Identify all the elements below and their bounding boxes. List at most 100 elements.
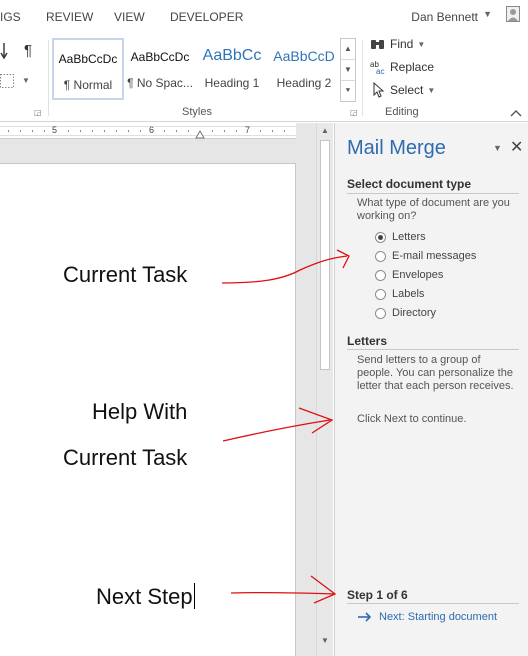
ruler-tick [92,130,93,132]
style-sample: AaBbCcDc [58,52,118,66]
ruler-tick [44,130,45,132]
select-label: Select [390,83,424,97]
find-label: Find [390,37,414,51]
replace-button[interactable]: ab ac Replace [370,57,434,77]
style-sample: AaBbCcD [273,48,335,64]
question-text: What type of document are you working on… [357,197,510,222]
document-line: Current Task [63,262,188,287]
radio-button[interactable] [375,250,386,262]
ruler-number: 5 [52,125,58,135]
ruler-tick [224,130,225,132]
ruler-tick [116,130,117,132]
user-name[interactable]: Dan Bennett [411,10,478,24]
style-heading-2[interactable]: AaBbCcD Heading 2 [268,38,340,100]
option-letters[interactable]: Letters [375,229,426,245]
tab-view[interactable]: VIEW [114,10,145,24]
document-line: Next Step [96,584,193,609]
radio-button[interactable] [375,269,386,281]
style-name: Heading 1 [204,76,260,90]
document-page[interactable]: Current Task Help With Current Task Next… [0,163,296,656]
mail-merge-pane: Mail Merge ▼ ✕ Select document type What… [334,123,528,656]
sort-icon[interactable] [0,42,10,60]
borders-dropdown-icon[interactable]: ▼ [22,76,30,85]
chevron-down-icon: ▼ [427,85,436,95]
letters-description: Send letters to a group of people. You c… [357,354,514,392]
styles-gallery: AaBbCcDc ¶ Normal AaBbCcDc ¶ No Spac... … [52,38,356,102]
editing-group-label: Editing [385,106,419,118]
next-step-label: Next: Starting document [379,611,498,623]
pane-title: Mail Merge [347,137,446,159]
scroll-down-icon[interactable]: ▼ [317,633,333,649]
show-formatting-marks-button[interactable]: ¶ [24,42,32,59]
ruler-tick [284,130,285,132]
style-sample: AaBbCcDc [130,50,190,64]
ruler-tick [236,130,237,132]
indent-marker-icon[interactable] [195,130,205,139]
user-dropdown-icon[interactable]: ▼ [483,9,492,19]
arrow-right-icon [358,612,372,622]
document-area: 5 6 7 Current Task Help With Current Tas… [0,123,333,656]
ruler-tick [164,130,165,132]
replace-label: Replace [390,60,435,74]
option-labels[interactable]: Labels [375,286,424,302]
section-heading: Select document type [347,177,472,191]
ruler-tick [128,130,129,132]
ruler-tick [140,130,141,132]
styles-scroll-down-icon[interactable]: ▼ [341,60,355,81]
styles-more-icon[interactable]: ⯆ [341,81,355,102]
binoculars-icon [371,40,384,49]
cursor-arrow-icon [373,82,385,98]
replace-icon: ab ac [370,60,384,75]
close-icon[interactable]: ✕ [510,137,523,157]
document-scrollbar[interactable]: ▲ ▼ [316,123,333,656]
text-cursor [193,583,195,609]
scrollbar-thumb[interactable] [320,140,330,370]
click-next-text: Click Next to continue. [357,413,467,425]
style-name: ¶ Normal [63,78,113,92]
tab-mailings[interactable]: IGS [0,10,21,24]
section-heading: Letters [347,334,388,348]
ruler-number: 6 [149,125,155,135]
svg-text:ac: ac [376,67,384,75]
ruler-tick [68,130,69,132]
paragraph-launcher-icon[interactable]: ◲ [34,108,42,117]
style-normal[interactable]: AaBbCcDc ¶ Normal [52,38,124,100]
paragraph-group-fragment: ¶ ▼ ◲ [0,34,48,122]
option-envelopes[interactable]: Envelopes [375,267,443,283]
find-button[interactable]: Find ▼ [370,34,425,54]
tab-review[interactable]: REVIEW [46,10,93,24]
ruler-tick [8,130,9,132]
style-heading-1[interactable]: AaBbCc Heading 1 [196,38,268,100]
option-label: E-mail messages [392,250,477,262]
option-email-messages[interactable]: E-mail messages [375,248,476,264]
document-line-with-caret: Next Step [96,583,195,610]
horizontal-ruler[interactable]: 5 6 7 [0,123,296,139]
borders-icon[interactable] [0,74,14,88]
radio-button[interactable] [375,231,386,243]
collapse-ribbon-icon[interactable] [510,108,522,118]
ruler-tick [104,130,105,132]
section-divider [347,349,519,350]
ribbon-separator [362,40,363,116]
style-no-spacing[interactable]: AaBbCcDc ¶ No Spac... [124,38,196,100]
option-label: Letters [392,231,426,243]
document-line: Help With [92,399,188,424]
ribbon-tab-bar: IGS REVIEW VIEW DEVELOPER Dan Bennett ▼ [0,0,528,34]
document-line: Current Task [63,445,188,470]
tab-developer[interactable]: DEVELOPER [170,10,243,24]
styles-gallery-scroll: ▲ ▼ ⯆ [340,38,356,102]
user-avatar-icon[interactable] [506,6,520,22]
radio-button[interactable] [375,307,386,319]
option-directory[interactable]: Directory [375,305,436,321]
styles-launcher-icon[interactable]: ◲ [350,108,358,117]
section-divider [347,603,519,604]
styles-scroll-up-icon[interactable]: ▲ [341,39,355,60]
style-sample: AaBbCc [202,47,262,64]
radio-button[interactable] [375,288,386,300]
next-step-link[interactable]: Next: Starting document [357,609,497,625]
scroll-up-icon[interactable]: ▲ [317,123,333,139]
ruler-tick [32,130,33,132]
pane-options-icon[interactable]: ▼ [493,143,502,153]
ruler-tick [188,130,189,132]
select-button[interactable]: Select ▼ [370,80,435,100]
